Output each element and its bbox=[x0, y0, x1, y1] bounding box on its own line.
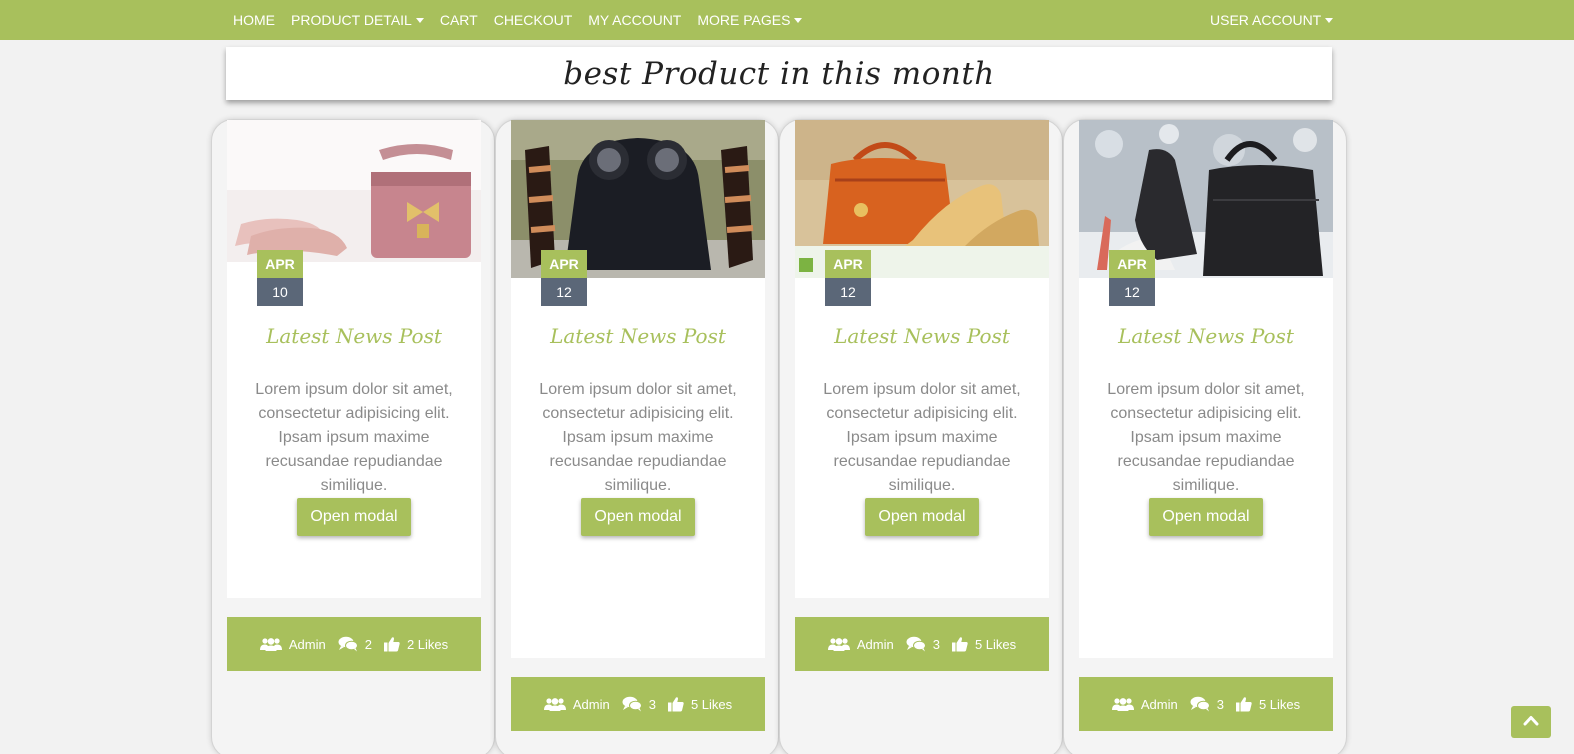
nav-more-pages-label: MORE PAGES bbox=[697, 12, 791, 28]
post-author: Admin bbox=[1140, 696, 1178, 712]
nav-user-area: USER ACCOUNT bbox=[1210, 0, 1349, 40]
date-day: 12 bbox=[825, 278, 871, 306]
nav-cart[interactable]: CART bbox=[440, 12, 478, 28]
post-excerpt: Lorem ipsum dolor sit amet, consectetur … bbox=[539, 381, 737, 494]
date-day: 12 bbox=[1109, 278, 1155, 306]
like-count: 5 Likes bbox=[1258, 696, 1301, 712]
nav-checkout[interactable]: CHECKOUT bbox=[494, 12, 573, 28]
nav-user-account[interactable]: USER ACCOUNT bbox=[1210, 12, 1334, 28]
nav-checkout-label: CHECKOUT bbox=[493, 12, 573, 28]
post-excerpt: Lorem ipsum dolor sit amet, consectetur … bbox=[255, 381, 453, 494]
news-card: APR 12 Latest News Post Lorem ipsum dolo… bbox=[779, 119, 1063, 754]
nav-my-account[interactable]: MY ACCOUNT bbox=[588, 12, 681, 28]
comments-icon bbox=[622, 696, 642, 712]
like-count: 5 Likes bbox=[974, 636, 1017, 652]
card-content: APR 12 Latest News Post Lorem ipsum dolo… bbox=[795, 120, 1049, 598]
date-month: APR bbox=[257, 250, 303, 278]
post-title: Latest News Post bbox=[266, 324, 442, 348]
section-title: best Product in this month bbox=[563, 55, 995, 92]
users-icon bbox=[1111, 697, 1134, 711]
open-modal-button[interactable]: Open modal bbox=[297, 498, 411, 536]
open-modal-button[interactable]: Open modal bbox=[581, 498, 695, 536]
post-title: Latest News Post bbox=[550, 324, 726, 348]
nav-product-detail-label: PRODUCT DETAIL bbox=[291, 12, 412, 28]
news-card: APR 12 Latest News Post Lorem ipsum dolo… bbox=[1063, 119, 1347, 754]
top-navbar: HOME PRODUCT DETAIL CART CHECKOUT MY ACC… bbox=[0, 0, 1574, 40]
nav-cart-label: CART bbox=[439, 12, 478, 28]
nav-home-label: HOME bbox=[233, 12, 275, 28]
post-author: Admin bbox=[288, 636, 326, 652]
post-author: Admin bbox=[856, 636, 894, 652]
chevron-up-icon bbox=[1523, 713, 1539, 731]
post-title: Latest News Post bbox=[1118, 324, 1294, 348]
thumbs-up-icon bbox=[951, 636, 968, 652]
caret-down-icon bbox=[794, 18, 803, 23]
users-icon bbox=[827, 637, 850, 651]
like-count: 2 Likes bbox=[406, 636, 449, 652]
date-month: APR bbox=[541, 250, 587, 278]
caret-down-icon bbox=[415, 18, 424, 23]
post-meta-footer: Admin 3 5 Likes bbox=[511, 677, 765, 731]
users-icon bbox=[259, 637, 282, 651]
news-card: APR 12 Latest News Post Lorem ipsum dolo… bbox=[495, 119, 779, 754]
card-content: APR 10 Latest News Post Lorem ipsum dolo… bbox=[227, 120, 481, 598]
post-date-badge: APR 12 bbox=[1109, 250, 1155, 306]
open-modal-button[interactable]: Open modal bbox=[1149, 498, 1263, 536]
post-date-badge: APR 12 bbox=[541, 250, 587, 306]
post-meta-footer: Admin 3 5 Likes bbox=[795, 617, 1049, 671]
comment-count: 3 bbox=[1216, 696, 1224, 712]
nav-product-detail[interactable]: PRODUCT DETAIL bbox=[291, 12, 424, 28]
post-date-badge: APR 12 bbox=[825, 250, 871, 306]
card-content: APR 12 Latest News Post Lorem ipsum dolo… bbox=[1079, 120, 1333, 658]
post-excerpt: Lorem ipsum dolor sit amet, consectetur … bbox=[1107, 381, 1305, 494]
caret-down-icon bbox=[1325, 18, 1334, 23]
scroll-to-top-button[interactable] bbox=[1511, 706, 1551, 738]
nav-my-account-label: MY ACCOUNT bbox=[588, 12, 682, 28]
users-icon bbox=[543, 697, 566, 711]
thumbs-up-icon bbox=[1235, 696, 1252, 712]
comment-count: 2 bbox=[364, 636, 372, 652]
post-author: Admin bbox=[572, 696, 610, 712]
section-title-bar: best Product in this month bbox=[226, 47, 1332, 100]
nav-user-account-label: USER ACCOUNT bbox=[1210, 12, 1322, 28]
comments-icon bbox=[1190, 696, 1210, 712]
date-day: 10 bbox=[257, 278, 303, 306]
product-image-pink-heels-handbag bbox=[227, 120, 481, 262]
thumbs-up-icon bbox=[383, 636, 400, 652]
nav-links: HOME PRODUCT DETAIL CART CHECKOUT MY ACC… bbox=[233, 0, 818, 40]
comments-icon bbox=[338, 636, 358, 652]
like-count: 5 Likes bbox=[690, 696, 733, 712]
thumbs-up-icon bbox=[667, 696, 684, 712]
post-meta-footer: Admin 3 5 Likes bbox=[1079, 677, 1333, 731]
open-modal-button[interactable]: Open modal bbox=[865, 498, 979, 536]
post-title: Latest News Post bbox=[834, 324, 1010, 348]
comment-count: 3 bbox=[648, 696, 656, 712]
nav-more-pages[interactable]: MORE PAGES bbox=[697, 12, 803, 28]
date-month: APR bbox=[1109, 250, 1155, 278]
news-card: APR 10 Latest News Post Lorem ipsum dolo… bbox=[211, 119, 495, 754]
post-date-badge: APR 10 bbox=[257, 250, 303, 306]
comment-count: 3 bbox=[932, 636, 940, 652]
nav-home[interactable]: HOME bbox=[233, 12, 275, 28]
card-content: APR 12 Latest News Post Lorem ipsum dolo… bbox=[511, 120, 765, 658]
comments-icon bbox=[906, 636, 926, 652]
date-day: 12 bbox=[541, 278, 587, 306]
post-excerpt: Lorem ipsum dolor sit amet, consectetur … bbox=[823, 381, 1021, 494]
post-meta-footer: Admin 2 2 Likes bbox=[227, 617, 481, 671]
date-month: APR bbox=[825, 250, 871, 278]
